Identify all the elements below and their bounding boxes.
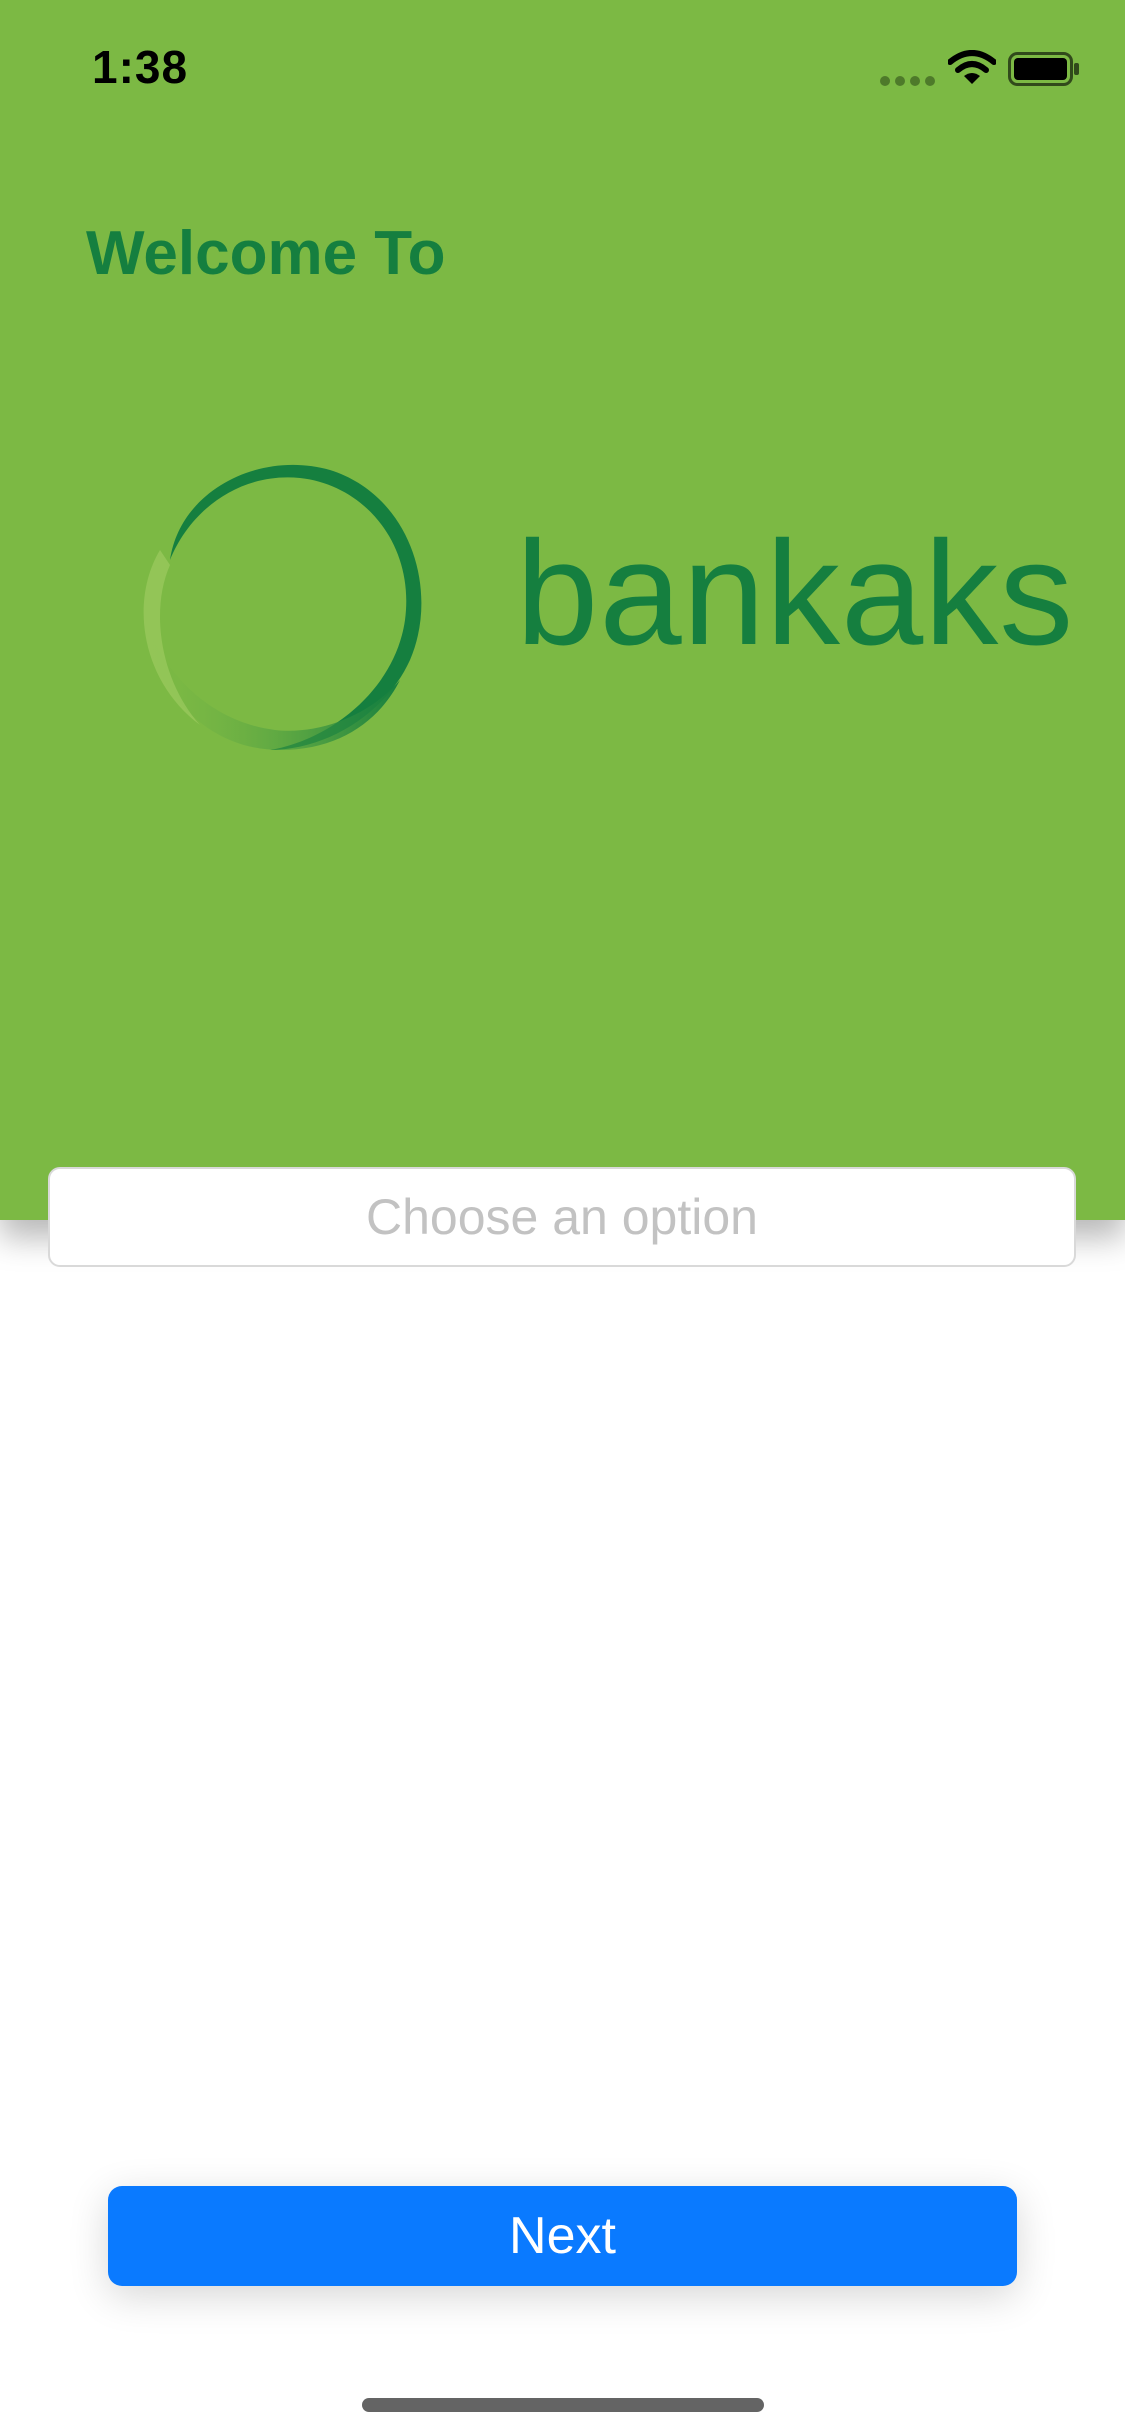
brand-name: bankaks <box>516 511 1075 676</box>
next-button[interactable]: Next <box>108 2186 1017 2286</box>
welcome-title: Welcome To <box>86 219 446 288</box>
status-time: 1:38 <box>92 41 189 93</box>
status-bar: 1:38 <box>0 0 1125 132</box>
battery-icon <box>1008 52 1079 86</box>
wifi-icon <box>948 50 996 84</box>
home-indicator[interactable] <box>362 2398 764 2412</box>
welcome-header: 1:38 Welcome To bankaks <box>0 0 1125 1220</box>
option-select[interactable]: Choose an option <box>48 1167 1076 1267</box>
signal-icon <box>880 76 936 86</box>
bankaks-logo-icon <box>140 464 422 750</box>
